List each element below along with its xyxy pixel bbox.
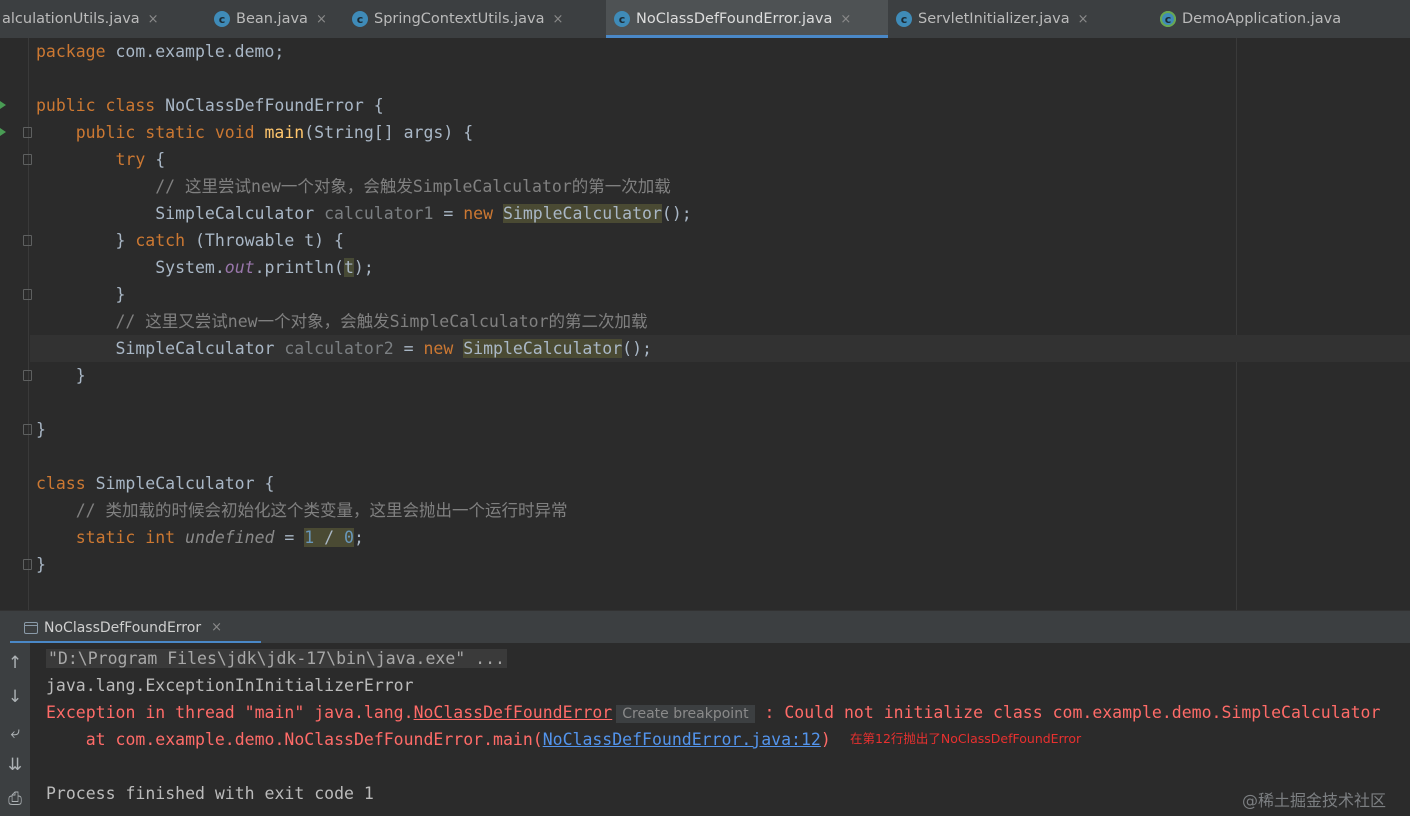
tab-label: DemoApplication.java (1182, 11, 1342, 27)
tab-label: alculationUtils.java (2, 11, 140, 27)
java-class-icon: c (214, 11, 230, 27)
source-location-link[interactable]: NoClassDefFoundError.java:12 (543, 730, 821, 749)
close-icon[interactable]: × (1078, 12, 1089, 27)
spring-boot-class-icon: c (1160, 11, 1176, 27)
java-class-icon: c (352, 11, 368, 27)
fold-marker-icon[interactable] (23, 127, 32, 138)
console-exception-line: java.lang.ExceptionInInitializerError (46, 676, 414, 695)
console-exit-line: Process finished with exit code 1 (46, 784, 374, 803)
soft-wrap-icon[interactable]: ⤶ (3, 721, 27, 745)
console-error-line: Exception in thread "main" java.lang.NoC… (46, 703, 1381, 723)
editor-tab-bar: alculationUtils.java × c Bean.java × c S… (0, 0, 1410, 38)
close-icon[interactable]: × (840, 12, 851, 27)
code-line-11: // 这里又尝试new一个对象，会触发SimpleCalculator的第二次加… (115, 312, 648, 331)
java-class-icon: c (614, 11, 630, 27)
code-line-10: } (36, 285, 126, 304)
fold-marker-icon[interactable] (23, 424, 32, 435)
tab-label: Bean.java (236, 11, 308, 27)
run-tab[interactable]: NoClassDefFoundError × (10, 611, 261, 644)
fold-marker-icon[interactable] (23, 370, 32, 381)
fold-marker-icon[interactable] (23, 289, 32, 300)
code-line-8: } catch (Throwable t) { (115, 231, 344, 250)
code-line-1: package com.example.demo; (36, 42, 285, 61)
code-line-6: // 这里尝试new一个对象，会触发SimpleCalculator的第一次加载 (155, 177, 671, 196)
run-class-icon[interactable] (0, 101, 6, 109)
code-editor[interactable]: package com.example.demo; public class N… (0, 38, 1410, 610)
run-tool-window-header: NoClassDefFoundError × (0, 610, 1410, 644)
tab-calculation-utils[interactable]: alculationUtils.java × (0, 0, 200, 38)
fold-marker-icon[interactable] (23, 559, 32, 570)
code-line-15: } (36, 420, 46, 439)
code-line-18: // 类加载的时候会初始化这个类变量，这里会抛出一个运行时异常 (75, 501, 568, 520)
console-icon (24, 621, 38, 634)
tab-noclassdeffounderror[interactable]: c NoClassDefFoundError.java × (606, 0, 888, 38)
create-breakpoint-popup[interactable]: Create breakpoint (616, 705, 755, 723)
close-icon[interactable]: × (148, 12, 159, 27)
run-tab-label: NoClassDefFoundError (44, 619, 202, 636)
fold-marker-icon[interactable] (23, 154, 32, 165)
code-line-5: try { (115, 150, 166, 169)
watermark: @稀土掘金技术社区 (1242, 791, 1387, 810)
tab-label: SpringContextUtils.java (374, 11, 545, 27)
close-icon[interactable]: × (211, 620, 222, 635)
code-line-20: } (36, 555, 46, 574)
run-console[interactable]: ↑ ↓ ⤶ ⇊ ⎙ "D:\Program Files\jdk\jdk-17\b… (0, 643, 1410, 816)
code-line-17: class SimpleCalculator { (36, 474, 275, 493)
java-class-icon: c (896, 11, 912, 27)
right-margin-guide (1236, 38, 1237, 610)
console-stacktrace-line: at com.example.demo.NoClassDefFoundError… (46, 730, 831, 749)
close-icon[interactable]: × (316, 12, 327, 27)
up-arrow-icon[interactable]: ↑ (3, 651, 27, 675)
code-line-19: static int undefined = 1 / 0; (75, 528, 364, 547)
gutter-divider (28, 38, 29, 610)
tab-demo-application[interactable]: c DemoApplication.java (1152, 0, 1410, 38)
code-line-7: SimpleCalculator calculator1 = new Simpl… (155, 204, 692, 223)
code-line-4: public static void main(String[] args) { (75, 123, 474, 142)
exception-class-link[interactable]: NoClassDefFoundError (414, 703, 613, 722)
tab-label: NoClassDefFoundError.java (636, 11, 833, 27)
code-line-3: public class NoClassDefFoundError { (36, 96, 384, 115)
tab-servlet-initializer[interactable]: c ServletInitializer.java × (888, 0, 1152, 38)
tab-spring-context-utils[interactable]: c SpringContextUtils.java × (344, 0, 606, 38)
tab-label: ServletInitializer.java (918, 11, 1070, 27)
fold-marker-icon[interactable] (23, 235, 32, 246)
code-line-12: SimpleCalculator calculator2 = new Simpl… (115, 339, 652, 358)
close-icon[interactable]: × (553, 12, 564, 27)
console-command-line: "D:\Program Files\jdk\jdk-17\bin\java.ex… (46, 649, 507, 668)
print-icon[interactable]: ⎙ (3, 787, 27, 811)
down-arrow-icon[interactable]: ↓ (3, 685, 27, 709)
red-annotation: 在第12行抛出了NoClassDefFoundError (850, 731, 1082, 746)
code-line-13: } (36, 366, 86, 385)
tab-bean[interactable]: c Bean.java × (206, 0, 344, 38)
run-main-icon[interactable] (0, 128, 6, 136)
code-line-9: System.out.println(t); (155, 258, 374, 277)
console-toolbar: ↑ ↓ ⤶ ⇊ ⎙ (0, 643, 30, 816)
scroll-to-end-icon[interactable]: ⇊ (3, 753, 27, 777)
